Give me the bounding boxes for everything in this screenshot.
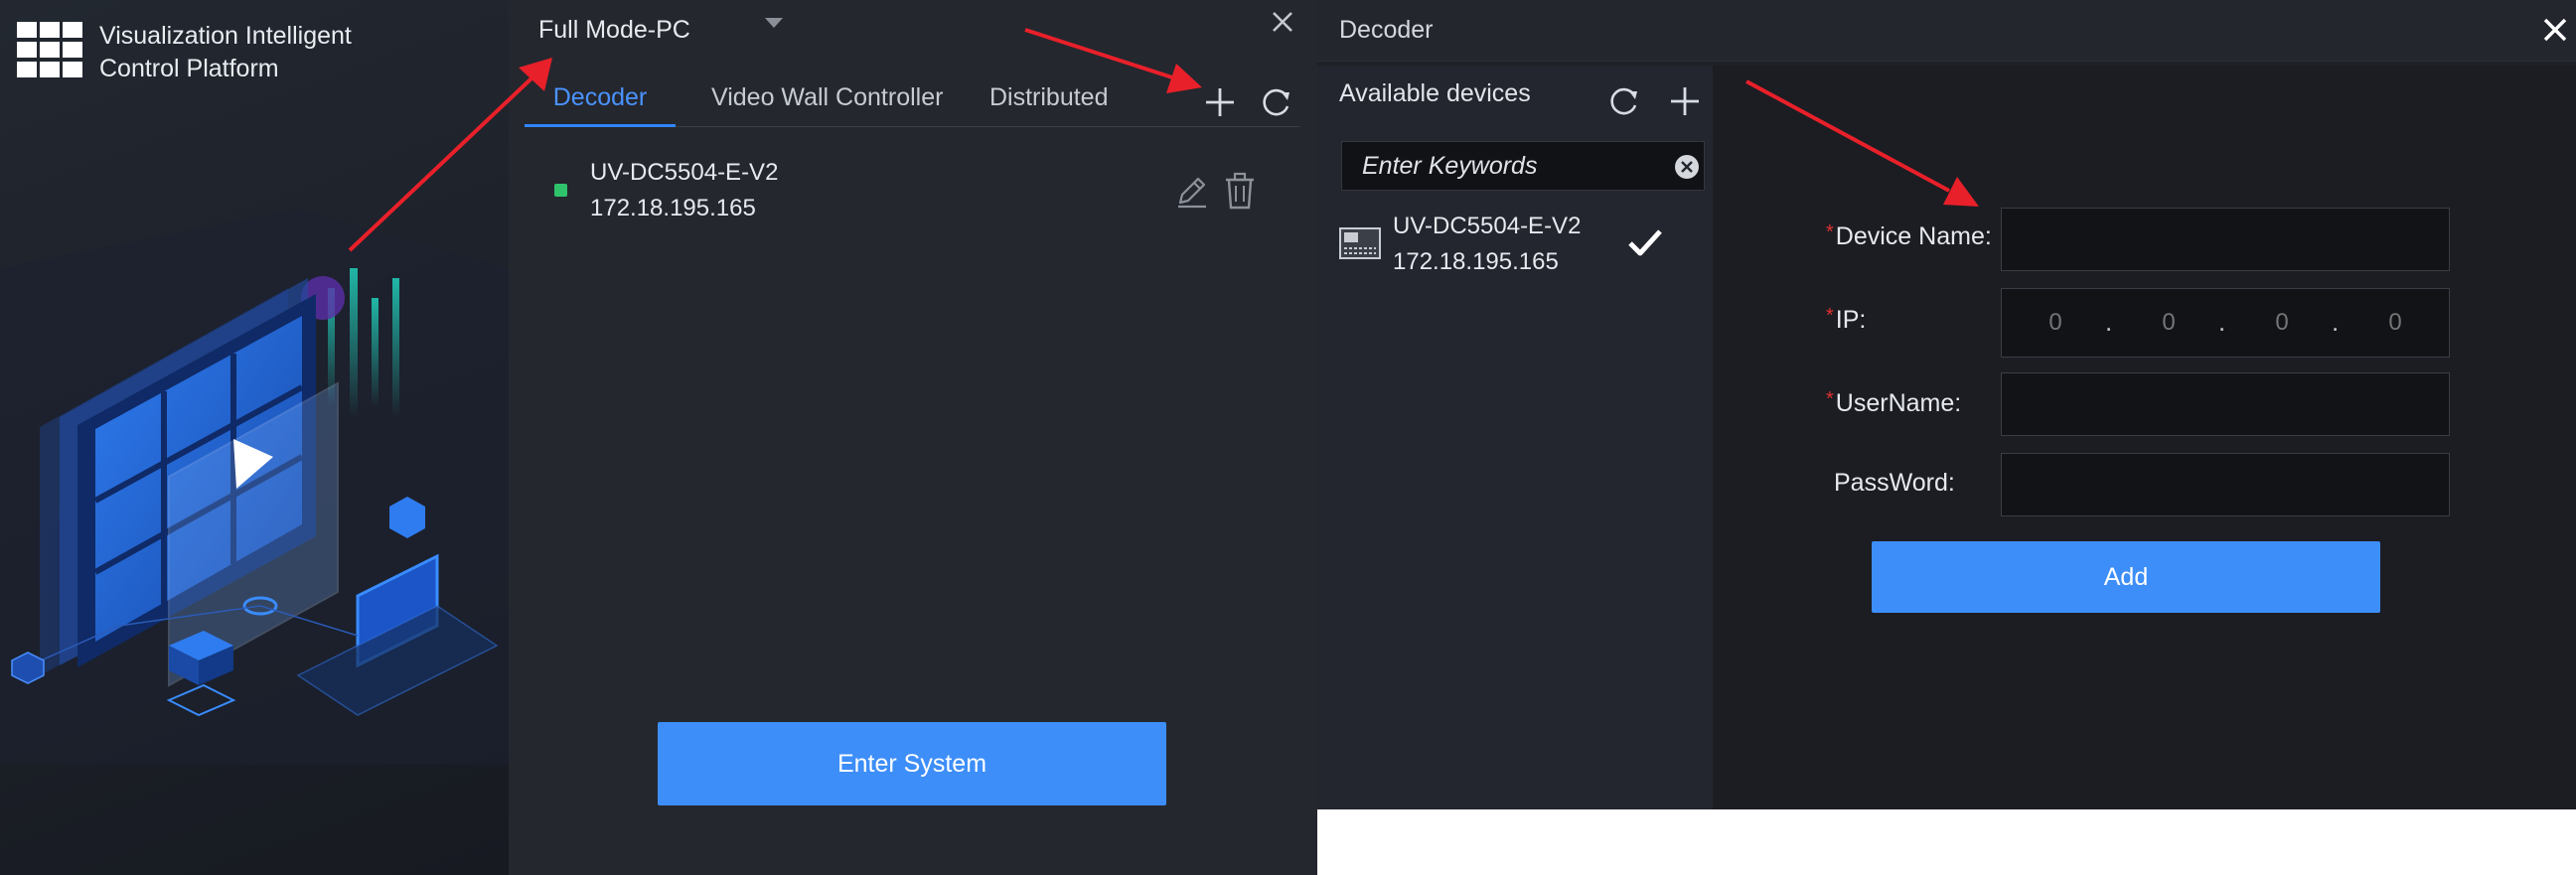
available-device-item[interactable]: UV-DC5504-E-V2 172.18.195.165 xyxy=(1339,205,1703,284)
ip-label-text: IP: xyxy=(1835,306,1867,334)
clear-icon[interactable] xyxy=(1674,154,1700,180)
required-mark: * xyxy=(1826,305,1834,327)
available-device-name: UV-DC5504-E-V2 xyxy=(1393,213,1582,239)
refresh-icon[interactable] xyxy=(1605,83,1641,119)
device-type-tabs: Decoder Video Wall Controller Distribute… xyxy=(525,75,1299,127)
dialog-title: Decoder xyxy=(1339,16,1434,44)
username-label-text: UserName: xyxy=(1835,389,1962,417)
online-status-indicator xyxy=(554,184,567,197)
ip-label: *IP: xyxy=(1826,305,1867,335)
ip-octet-3[interactable] xyxy=(2252,289,2312,357)
search-input[interactable] xyxy=(1342,142,1660,190)
ip-separator: . xyxy=(2105,307,2113,337)
login-panel: Full Mode-PC Decoder Video Wall Controll… xyxy=(509,0,1317,875)
device-list-item[interactable]: UV-DC5504-E-V2 172.18.195.165 xyxy=(525,147,1299,238)
mode-select-value: Full Mode-PC xyxy=(538,15,690,44)
ip-octet-1[interactable] xyxy=(2026,289,2085,357)
required-mark: * xyxy=(1826,388,1834,410)
ip-octet-2[interactable] xyxy=(2139,289,2198,357)
device-ip: 172.18.195.165 xyxy=(590,195,756,221)
close-icon[interactable] xyxy=(1269,8,1296,36)
add-button[interactable]: Add xyxy=(1872,541,2380,613)
video-wall-illustration xyxy=(0,209,509,765)
refresh-icon[interactable] xyxy=(1258,84,1293,120)
decoder-dialog: Decoder Available devices Enter Keywords… xyxy=(1317,0,2576,809)
chevron-down-icon xyxy=(765,18,783,28)
add-device-icon[interactable] xyxy=(1202,84,1238,120)
username-field[interactable] xyxy=(2001,372,2450,436)
decoder-device-icon xyxy=(1339,227,1381,259)
trash-icon[interactable] xyxy=(1222,171,1258,211)
device-name: UV-DC5504-E-V2 xyxy=(590,159,779,186)
tab-video-wall-controller[interactable]: Video Wall Controller xyxy=(711,75,943,127)
device-name-field[interactable] xyxy=(2001,208,2450,271)
edit-icon[interactable] xyxy=(1172,171,1212,211)
hero-panel: Visualization Intelligent Control Platfo… xyxy=(0,0,509,875)
required-mark: * xyxy=(1826,221,1834,243)
password-field[interactable] xyxy=(2001,453,2450,516)
tab-decoder[interactable]: Decoder xyxy=(525,75,676,127)
ip-address-field: . . . xyxy=(2001,288,2450,358)
search-box xyxy=(1341,141,1705,191)
mode-select[interactable]: Full Mode-PC xyxy=(538,10,797,50)
username-label: *UserName: xyxy=(1826,388,1962,418)
platform-title-line1: Visualization Intelligent xyxy=(99,22,352,50)
ip-separator: . xyxy=(2218,307,2226,337)
device-name-label: *Device Name: xyxy=(1826,221,1992,251)
enter-system-button[interactable]: Enter System xyxy=(658,722,1166,805)
ip-separator: . xyxy=(2332,307,2340,337)
device-name-label-text: Device Name: xyxy=(1835,222,1992,250)
dialog-header: Decoder xyxy=(1317,0,2576,62)
check-icon xyxy=(1628,229,1662,256)
close-icon[interactable] xyxy=(2541,16,2569,44)
ip-octet-4[interactable] xyxy=(2365,289,2425,357)
available-devices-title: Available devices xyxy=(1339,79,1531,107)
tab-distributed[interactable]: Distributed xyxy=(989,75,1109,127)
add-device-form: *Device Name: *IP: . . . *UserName: Pass… xyxy=(1713,66,2576,809)
platform-title: Visualization Intelligent Control Platfo… xyxy=(99,20,457,85)
platform-title-line2: Control Platform xyxy=(99,55,279,82)
platform-logo-icon xyxy=(17,22,82,77)
add-icon[interactable] xyxy=(1667,83,1703,119)
available-devices-pane: Available devices UV-DC5504-E-V2 xyxy=(1317,66,1713,809)
password-label: PassWord: xyxy=(1834,469,1955,497)
available-device-ip: 172.18.195.165 xyxy=(1393,248,1559,275)
